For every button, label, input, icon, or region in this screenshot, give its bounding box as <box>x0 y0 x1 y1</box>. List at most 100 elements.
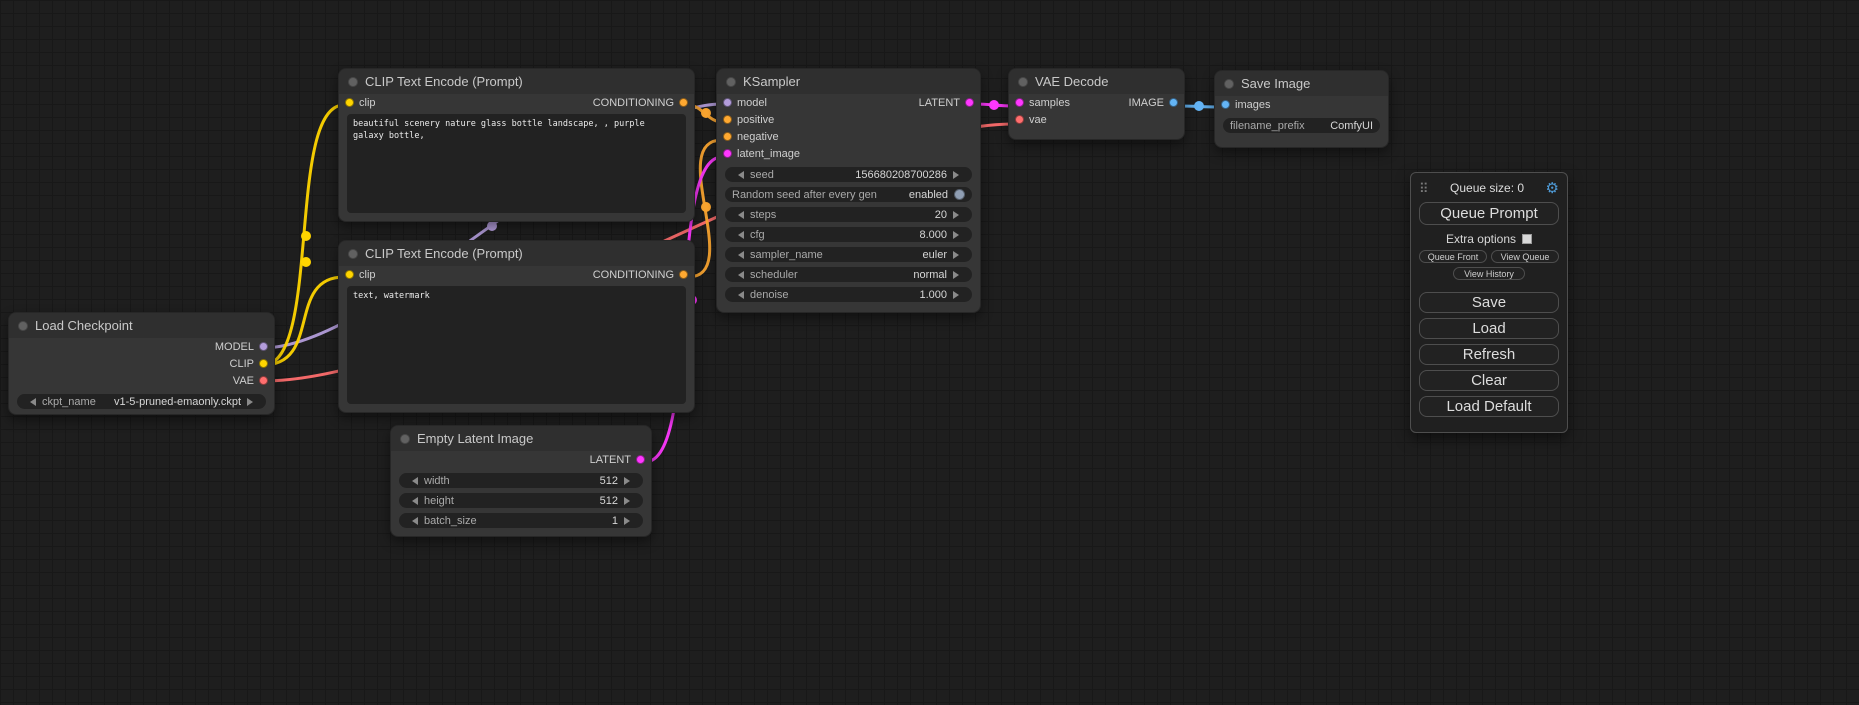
node-vae-decode[interactable]: VAE Decode samples IMAGE vae <box>1008 68 1185 140</box>
node-graph-canvas[interactable]: Load Checkpoint MODEL CLIP VAE <box>0 0 1859 705</box>
node-title-bar[interactable]: CLIP Text Encode (Prompt) <box>339 241 694 266</box>
stepper-right-icon[interactable] <box>953 291 965 299</box>
stepper-left-icon[interactable] <box>732 211 744 219</box>
prompt-textarea[interactable]: text, watermark <box>347 286 686 404</box>
queue-prompt-button[interactable]: Queue Prompt <box>1419 202 1559 225</box>
widget-sampler-name[interactable]: sampler_name euler <box>725 247 972 262</box>
widget-seed[interactable]: seed 156680208700286 <box>725 167 972 182</box>
collapse-dot-icon[interactable] <box>18 321 28 331</box>
stepper-right-icon[interactable] <box>247 398 259 406</box>
node-title-bar[interactable]: VAE Decode <box>1009 69 1184 94</box>
widget-cfg[interactable]: cfg 8.000 <box>725 227 972 242</box>
wire-midpoint-dot <box>1194 101 1204 111</box>
stepper-right-icon[interactable] <box>624 477 636 485</box>
stepper-left-icon[interactable] <box>732 291 744 299</box>
widget-value: 20 <box>935 209 947 221</box>
input-slot-clip[interactable] <box>345 98 354 107</box>
stepper-right-icon[interactable] <box>953 251 965 259</box>
node-title-bar[interactable]: Save Image <box>1215 71 1388 96</box>
widget-batch-size[interactable]: batch_size 1 <box>399 513 643 528</box>
stepper-right-icon[interactable] <box>953 231 965 239</box>
output-slot-vae[interactable] <box>259 376 268 385</box>
stepper-right-icon[interactable] <box>953 171 965 179</box>
collapse-dot-icon[interactable] <box>1224 79 1234 89</box>
node-clip-text-encode-positive[interactable]: CLIP Text Encode (Prompt) clip CONDITION… <box>338 68 695 222</box>
input-slot-positive[interactable] <box>723 115 732 124</box>
input-slot-clip[interactable] <box>345 270 354 279</box>
output-slot-image[interactable] <box>1169 98 1178 107</box>
node-ksampler[interactable]: KSampler model LATENT positive negative <box>716 68 981 313</box>
stepper-right-icon[interactable] <box>624 517 636 525</box>
output-slot-clip[interactable] <box>259 359 268 368</box>
widget-scheduler[interactable]: scheduler normal <box>725 267 972 282</box>
widget-filename-prefix[interactable]: filename_prefix ComfyUI <box>1223 118 1380 133</box>
collapse-dot-icon[interactable] <box>726 77 736 87</box>
widget-height[interactable]: height 512 <box>399 493 643 508</box>
collapse-dot-icon[interactable] <box>400 434 410 444</box>
collapse-dot-icon[interactable] <box>348 249 358 259</box>
widget-steps[interactable]: steps 20 <box>725 207 972 222</box>
save-button[interactable]: Save <box>1419 292 1559 313</box>
input-slot-vae[interactable] <box>1015 115 1024 124</box>
node-title-bar[interactable]: CLIP Text Encode (Prompt) <box>339 69 694 94</box>
input-slot-images[interactable] <box>1221 100 1230 109</box>
collapse-dot-icon[interactable] <box>1018 77 1028 87</box>
load-default-button[interactable]: Load Default <box>1419 396 1559 417</box>
node-title: CLIP Text Encode (Prompt) <box>365 74 523 89</box>
node-save-image[interactable]: Save Image images filename_prefix ComfyU… <box>1214 70 1389 148</box>
input-slot-negative[interactable] <box>723 132 732 141</box>
extra-options-checkbox[interactable] <box>1522 234 1532 244</box>
widget-label: ckpt_name <box>42 396 96 408</box>
output-slot-conditioning[interactable] <box>679 270 688 279</box>
input-slot-samples[interactable] <box>1015 98 1024 107</box>
queue-front-button[interactable]: Queue Front <box>1419 250 1487 263</box>
output-slot-latent[interactable] <box>965 98 974 107</box>
output-slot-model[interactable] <box>259 342 268 351</box>
widget-random-seed-toggle[interactable]: Random seed after every gen enabled <box>725 187 972 202</box>
toggle-knob-icon[interactable] <box>954 189 965 200</box>
widget-width[interactable]: width 512 <box>399 473 643 488</box>
node-empty-latent-image[interactable]: Empty Latent Image LATENT width 512 <box>390 425 652 537</box>
stepper-right-icon[interactable] <box>953 211 965 219</box>
wire-midpoint-dot <box>487 221 497 231</box>
stepper-right-icon[interactable] <box>624 497 636 505</box>
settings-gear-icon[interactable]: ⚙ <box>1546 181 1559 196</box>
widget-label: steps <box>750 209 776 221</box>
collapse-dot-icon[interactable] <box>348 77 358 87</box>
stepper-left-icon[interactable] <box>732 251 744 259</box>
stepper-left-icon[interactable] <box>732 271 744 279</box>
stepper-left-icon[interactable] <box>24 398 36 406</box>
view-history-button[interactable]: View History <box>1453 267 1525 280</box>
input-label-vae: vae <box>1029 114 1047 126</box>
widget-value: enabled <box>909 189 948 201</box>
output-label-clip: CLIP <box>230 358 254 370</box>
node-title-bar[interactable]: Empty Latent Image <box>391 426 651 451</box>
input-label-clip: clip <box>359 97 376 109</box>
stepper-left-icon[interactable] <box>406 477 418 485</box>
widget-value: ComfyUI <box>1330 120 1373 132</box>
drag-handle-icon[interactable]: ⠿ <box>1419 182 1429 195</box>
widget-denoise[interactable]: denoise 1.000 <box>725 287 972 302</box>
load-button[interactable]: Load <box>1419 318 1559 339</box>
prompt-textarea[interactable]: beautiful scenery nature glass bottle la… <box>347 114 686 213</box>
widget-value: 512 <box>600 475 618 487</box>
output-slot-latent[interactable] <box>636 455 645 464</box>
node-clip-text-encode-negative[interactable]: CLIP Text Encode (Prompt) clip CONDITION… <box>338 240 695 413</box>
stepper-left-icon[interactable] <box>732 231 744 239</box>
stepper-left-icon[interactable] <box>406 497 418 505</box>
wire-midpoint-dot <box>301 257 311 267</box>
stepper-left-icon[interactable] <box>406 517 418 525</box>
node-title-bar[interactable]: Load Checkpoint <box>9 313 274 338</box>
stepper-left-icon[interactable] <box>732 171 744 179</box>
stepper-right-icon[interactable] <box>953 271 965 279</box>
clear-button[interactable]: Clear <box>1419 370 1559 391</box>
node-title-bar[interactable]: KSampler <box>717 69 980 94</box>
refresh-button[interactable]: Refresh <box>1419 344 1559 365</box>
input-slot-latent-image[interactable] <box>723 149 732 158</box>
extra-options-label: Extra options <box>1446 232 1516 246</box>
input-slot-model[interactable] <box>723 98 732 107</box>
node-load-checkpoint[interactable]: Load Checkpoint MODEL CLIP VAE <box>8 312 275 415</box>
widget-ckpt-name[interactable]: ckpt_name v1-5-pruned-emaonly.ckpt <box>17 394 266 409</box>
output-slot-conditioning[interactable] <box>679 98 688 107</box>
view-queue-button[interactable]: View Queue <box>1491 250 1559 263</box>
